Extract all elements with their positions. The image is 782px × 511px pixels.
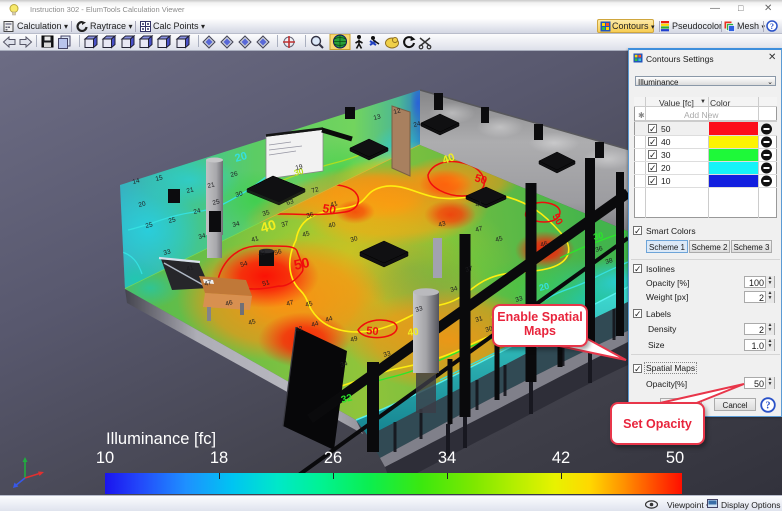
svg-text:50: 50 — [366, 325, 379, 338]
svg-text:?: ? — [770, 22, 774, 31]
svg-text:40: 40 — [407, 326, 420, 339]
svg-text:30: 30 — [592, 230, 604, 242]
svg-text:?: ? — [766, 401, 771, 412]
